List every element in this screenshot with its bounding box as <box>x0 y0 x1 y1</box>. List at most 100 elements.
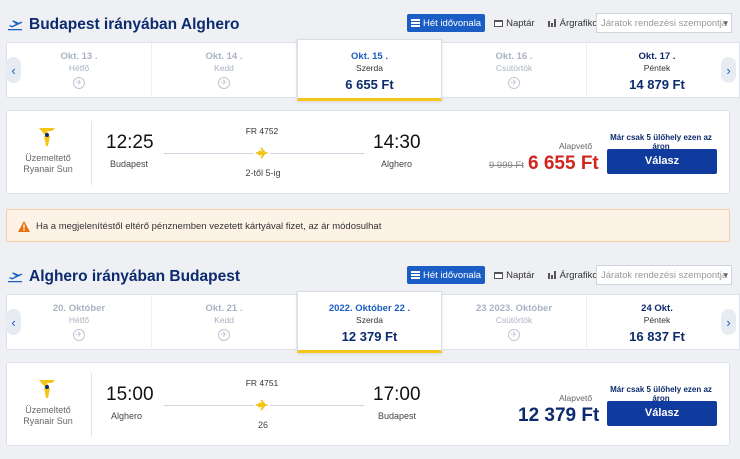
weekday-label: Hétfő <box>68 315 90 325</box>
calendar-view-button[interactable]: Naptár <box>490 266 539 284</box>
sort-select[interactable]: Járatok rendezési szempontja ▾ <box>596 13 732 33</box>
date-cell-selected[interactable]: Okt. 15 . Szerda 6 655 Ft <box>297 39 442 101</box>
date-label: Okt. 21 . <box>205 303 243 314</box>
weekday-label: Péntek <box>643 63 671 73</box>
arrival-city: Budapest <box>378 411 417 421</box>
operator-label: Üzemeltető Ryanair Sun <box>7 405 89 427</box>
sort-placeholder: Járatok rendezési szempontja <box>601 18 728 29</box>
no-flight-icon: ✈ <box>218 329 230 341</box>
no-flight-icon: ✈ <box>73 77 85 89</box>
date-label: 2022. Október 22 . <box>328 303 411 314</box>
no-flight-icon: ✈ <box>218 77 230 89</box>
date-label: Okt. 15 . <box>351 51 388 62</box>
divider <box>91 373 92 437</box>
departure-city: Alghero <box>111 411 143 421</box>
bar-chart-icon <box>547 271 556 279</box>
chevron-left-icon: ‹ <box>11 62 16 78</box>
date-cell[interactable]: Okt. 14 . Kedd ✈ <box>152 43 297 99</box>
section-title: Alghero irányában Budapest <box>29 268 241 285</box>
date-label: Okt. 13 . <box>60 51 98 62</box>
date-cell[interactable]: 24 Okt. Péntek 16 837 Ft <box>587 295 727 351</box>
departure-time: 15:00 <box>106 384 154 405</box>
chevron-left-icon: ‹ <box>11 314 16 330</box>
date-cell[interactable]: 23 2023. Október Csütörtök ✈ <box>442 295 587 351</box>
sort-select[interactable]: Járatok rendezési szempontja ▾ <box>596 265 732 285</box>
bar-chart-icon <box>547 19 556 27</box>
operator-label-line1: Üzemeltető <box>25 405 71 415</box>
date-cell-selected[interactable]: 2022. Október 22 . Szerda 12 379 Ft <box>297 291 442 353</box>
outbound-date-strip: Okt. 13 . Hétfő ✈ Okt. 14 . Kedd ✈ Okt. … <box>6 39 740 101</box>
date-price: 12 379 Ft <box>341 329 398 344</box>
next-dates-button[interactable]: › <box>721 309 736 335</box>
calendar-view-label: Naptár <box>506 269 535 281</box>
date-label: Okt. 16 . <box>495 51 533 62</box>
weekday-label: Péntek <box>643 315 671 325</box>
ryanair-logo-icon <box>39 380 55 398</box>
terminal-info: 26 <box>257 420 268 430</box>
prev-dates-button[interactable]: ‹ <box>6 57 21 83</box>
fare-type-label: Alapvető <box>559 141 593 151</box>
operator-label: Üzemeltető Ryanair Sun <box>7 153 89 175</box>
no-flight-icon: ✈ <box>508 329 520 341</box>
date-cell[interactable]: Okt. 16 . Csütörtök ✈ <box>442 43 587 99</box>
sort-placeholder: Járatok rendezési szempontja <box>601 270 728 281</box>
calendar-icon <box>494 20 504 27</box>
terminal-info: 2-től 5-ig <box>245 168 281 178</box>
weekday-label: Kedd <box>214 63 234 73</box>
departure-time: 12:25 <box>106 132 154 153</box>
original-price: 9 999 Ft <box>489 160 524 171</box>
warning-icon <box>18 221 30 232</box>
date-label: 24 Okt. <box>641 303 673 314</box>
plane-landing-icon <box>254 398 270 412</box>
arrival-time: 17:00 <box>373 384 421 405</box>
calendar-icon <box>494 272 504 279</box>
plane-icon <box>254 146 270 160</box>
prev-dates-button[interactable]: ‹ <box>6 309 21 335</box>
date-cell[interactable]: 20. Október Hétfő ✈ <box>7 295 152 351</box>
notice-text: Ha a megjelenítéstől eltérő pénznemben v… <box>36 221 382 232</box>
list-icon <box>411 271 420 279</box>
timeline-view-button[interactable]: Hét idővonala <box>407 14 486 32</box>
inbound-flight-card[interactable]: Üzemeltető Ryanair Sun 15:00 Alghero FR … <box>6 362 730 446</box>
operator-name: Ryanair Sun <box>23 164 73 174</box>
no-flight-icon: ✈ <box>508 77 520 89</box>
select-flight-button[interactable]: Válasz <box>607 149 717 174</box>
chevron-down-icon: ▾ <box>723 270 728 280</box>
flight-number: FR 4751 <box>245 378 279 388</box>
date-label: 23 2023. Október <box>475 303 553 314</box>
list-icon <box>411 19 420 27</box>
date-price: 16 837 Ft <box>629 329 685 344</box>
date-cell[interactable]: Okt. 17 . Péntek 14 879 Ft <box>587 43 727 99</box>
section-title: Budapest irányában Alghero <box>29 16 240 33</box>
timeline-view-label: Hét idővonala <box>423 269 482 281</box>
departure-city: Budapest <box>110 159 149 169</box>
arrival-city: Alghero <box>381 159 413 169</box>
chevron-down-icon: ▾ <box>723 18 728 28</box>
calendar-view-label: Naptár <box>506 17 535 29</box>
timeline-view-label: Hét idővonala <box>423 17 482 29</box>
ryanair-logo-icon <box>39 128 55 146</box>
flight-price: 12 379 Ft <box>518 405 600 426</box>
flight-number: FR 4752 <box>245 126 279 136</box>
select-flight-button[interactable]: Válasz <box>607 401 717 426</box>
outbound-flight-card[interactable]: Üzemeltető Ryanair Sun 12:25 Budapest FR… <box>6 110 730 194</box>
operator-name: Ryanair Sun <box>23 416 73 426</box>
fare-type-label: Alapvető <box>559 393 593 403</box>
timeline-view-button[interactable]: Hét idővonala <box>407 266 486 284</box>
no-flight-icon: ✈ <box>73 329 85 341</box>
next-dates-button[interactable]: › <box>721 57 736 83</box>
date-cell[interactable]: Okt. 13 . Hétfő ✈ <box>7 43 152 99</box>
date-price: 14 879 Ft <box>629 77 685 92</box>
view-switcher: Hét idővonala Naptár Árgrafikon <box>407 266 607 284</box>
date-label: 20. Október <box>52 303 106 314</box>
date-cell[interactable]: Okt. 21 . Kedd ✈ <box>152 295 297 351</box>
divider <box>91 121 92 185</box>
calendar-view-button[interactable]: Naptár <box>490 14 539 32</box>
plane-takeoff-icon <box>8 272 23 283</box>
inbound-date-strip: 20. Október Hétfő ✈ Okt. 21 . Kedd ✈ 202… <box>6 291 740 353</box>
arrival-time: 14:30 <box>373 132 421 153</box>
flight-price: 6 655 Ft <box>528 153 599 174</box>
date-label: Okt. 17 . <box>638 51 676 62</box>
date-price: 6 655 Ft <box>345 77 394 92</box>
weekday-label: Kedd <box>214 315 234 325</box>
